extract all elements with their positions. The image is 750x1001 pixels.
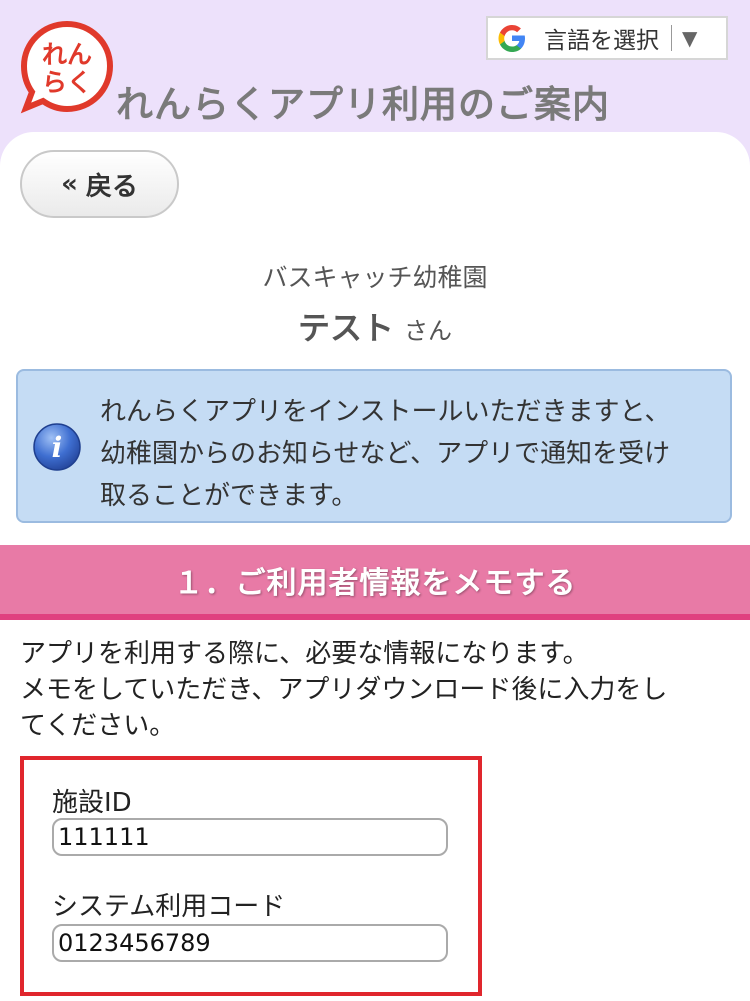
- renraku-logo: れん らく: [20, 20, 114, 114]
- info-icon: i: [33, 423, 81, 471]
- back-button-label: 戻る: [85, 171, 138, 202]
- dropdown-arrow-icon: ▼: [682, 26, 698, 50]
- info-line: れんらくアプリをインストールいただきますと、: [100, 397, 671, 427]
- description-line: メモをしていただき、アプリダウンロード後に入力をし: [20, 675, 668, 705]
- user-honorific: さん: [404, 317, 452, 345]
- section-description: アプリを利用する際に、必要な情報になります。 メモをしていただき、アプリダウンロ…: [20, 636, 732, 744]
- info-line: 幼稚園からのお知らせなど、アプリで通知を受け: [100, 439, 671, 469]
- facility-name: バスキャッチ幼稚園: [262, 263, 488, 292]
- user-info-box: 施設ID 111111 システム利用コード 0123456789: [20, 756, 482, 996]
- facility-id-label: 施設ID: [52, 788, 132, 818]
- back-button[interactable]: « 戻る: [20, 150, 179, 218]
- description-line: アプリを利用する際に、必要な情報になります。: [20, 639, 589, 669]
- user-name: テスト: [297, 309, 394, 347]
- logo-text-line2: らく: [42, 68, 92, 97]
- system-code-label: システム利用コード: [52, 892, 286, 922]
- description-line: てください。: [20, 711, 176, 741]
- language-select-label: 言語を選択: [544, 28, 659, 54]
- logo-text-line1: れん: [42, 40, 92, 69]
- info-icon-letter: i: [52, 431, 63, 464]
- section-header-user-info: １．ご利用者情報をメモする: [0, 545, 750, 620]
- language-select-divider: [671, 25, 672, 51]
- google-g-icon: [498, 25, 525, 52]
- system-code-field[interactable]: 0123456789: [52, 924, 448, 962]
- info-line: 取ることができます。: [100, 481, 358, 511]
- section-title: １．ご利用者情報をメモする: [173, 565, 577, 601]
- facility-id-field[interactable]: 111111: [52, 818, 448, 856]
- info-message: れんらくアプリをインストールいただきますと、 幼稚園からのお知らせなど、アプリで…: [100, 391, 720, 517]
- app-title: れんらくアプリ利用のご案内: [116, 83, 610, 126]
- language-select[interactable]: 言語を選択 ▼: [486, 16, 728, 60]
- info-box: i れんらくアプリをインストールいただきますと、 幼稚園からのお知らせなど、アプ…: [16, 369, 732, 523]
- double-chevron-left-icon: «: [61, 169, 78, 199]
- user-name-line: テスト さん: [0, 303, 750, 349]
